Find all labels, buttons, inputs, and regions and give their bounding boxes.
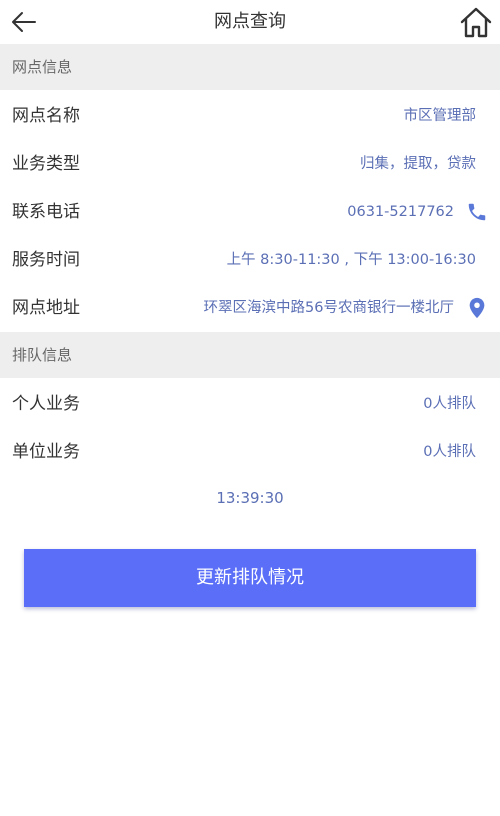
row-label: 个人业务: [12, 394, 80, 414]
contact-phone-row[interactable]: 联系电话 0631-5217762: [0, 188, 500, 236]
row-label: 网点名称: [12, 106, 80, 126]
address-value[interactable]: 环翠区海滨中路56号农商银行一楼北厅: [204, 284, 454, 332]
personal-business-row: 个人业务 0人排队: [0, 380, 500, 428]
page-title: 网点查询: [214, 11, 286, 32]
home-button[interactable]: [456, 2, 496, 42]
top-bar: 网点查询: [0, 0, 500, 44]
branch-name-row: 网点名称 市区管理部: [0, 92, 500, 140]
row-label: 服务时间: [12, 250, 80, 270]
row-value: 上午 8:30-11:30 , 下午 13:00-16:30: [226, 252, 476, 268]
phone-number[interactable]: 0631-5217762: [347, 188, 454, 236]
row-label: 单位业务: [12, 442, 80, 462]
row-label: 联系电话: [12, 202, 80, 222]
queue-updated-time: 13:39:30: [216, 489, 284, 507]
queue-count: 0人排队: [423, 396, 476, 412]
home-icon: [460, 7, 492, 38]
row-value: 归集，提取，贷款: [360, 156, 476, 172]
refresh-queue-button[interactable]: 更新排队情况: [24, 549, 476, 607]
branch-address-row[interactable]: 网点地址 环翠区海滨中路56号农商银行一楼北厅: [0, 284, 500, 332]
section-header-branch-info: 网点信息: [0, 44, 500, 90]
section-title: 排队信息: [12, 346, 73, 364]
row-label: 业务类型: [12, 154, 80, 174]
row-value: 市区管理部: [403, 108, 477, 124]
queue-count: 0人排队: [423, 444, 476, 460]
section-header-queue-info: 排队信息: [0, 332, 500, 378]
corporate-business-row: 单位业务 0人排队: [0, 428, 500, 476]
service-hours-row: 服务时间 上午 8:30-11:30 , 下午 13:00-16:30: [0, 236, 500, 284]
business-type-row: 业务类型 归集，提取，贷款: [0, 140, 500, 188]
phone-icon[interactable]: [466, 201, 488, 223]
row-label: 网点地址: [12, 298, 80, 318]
location-pin-icon[interactable]: [466, 297, 488, 319]
section-title: 网点信息: [12, 58, 73, 76]
